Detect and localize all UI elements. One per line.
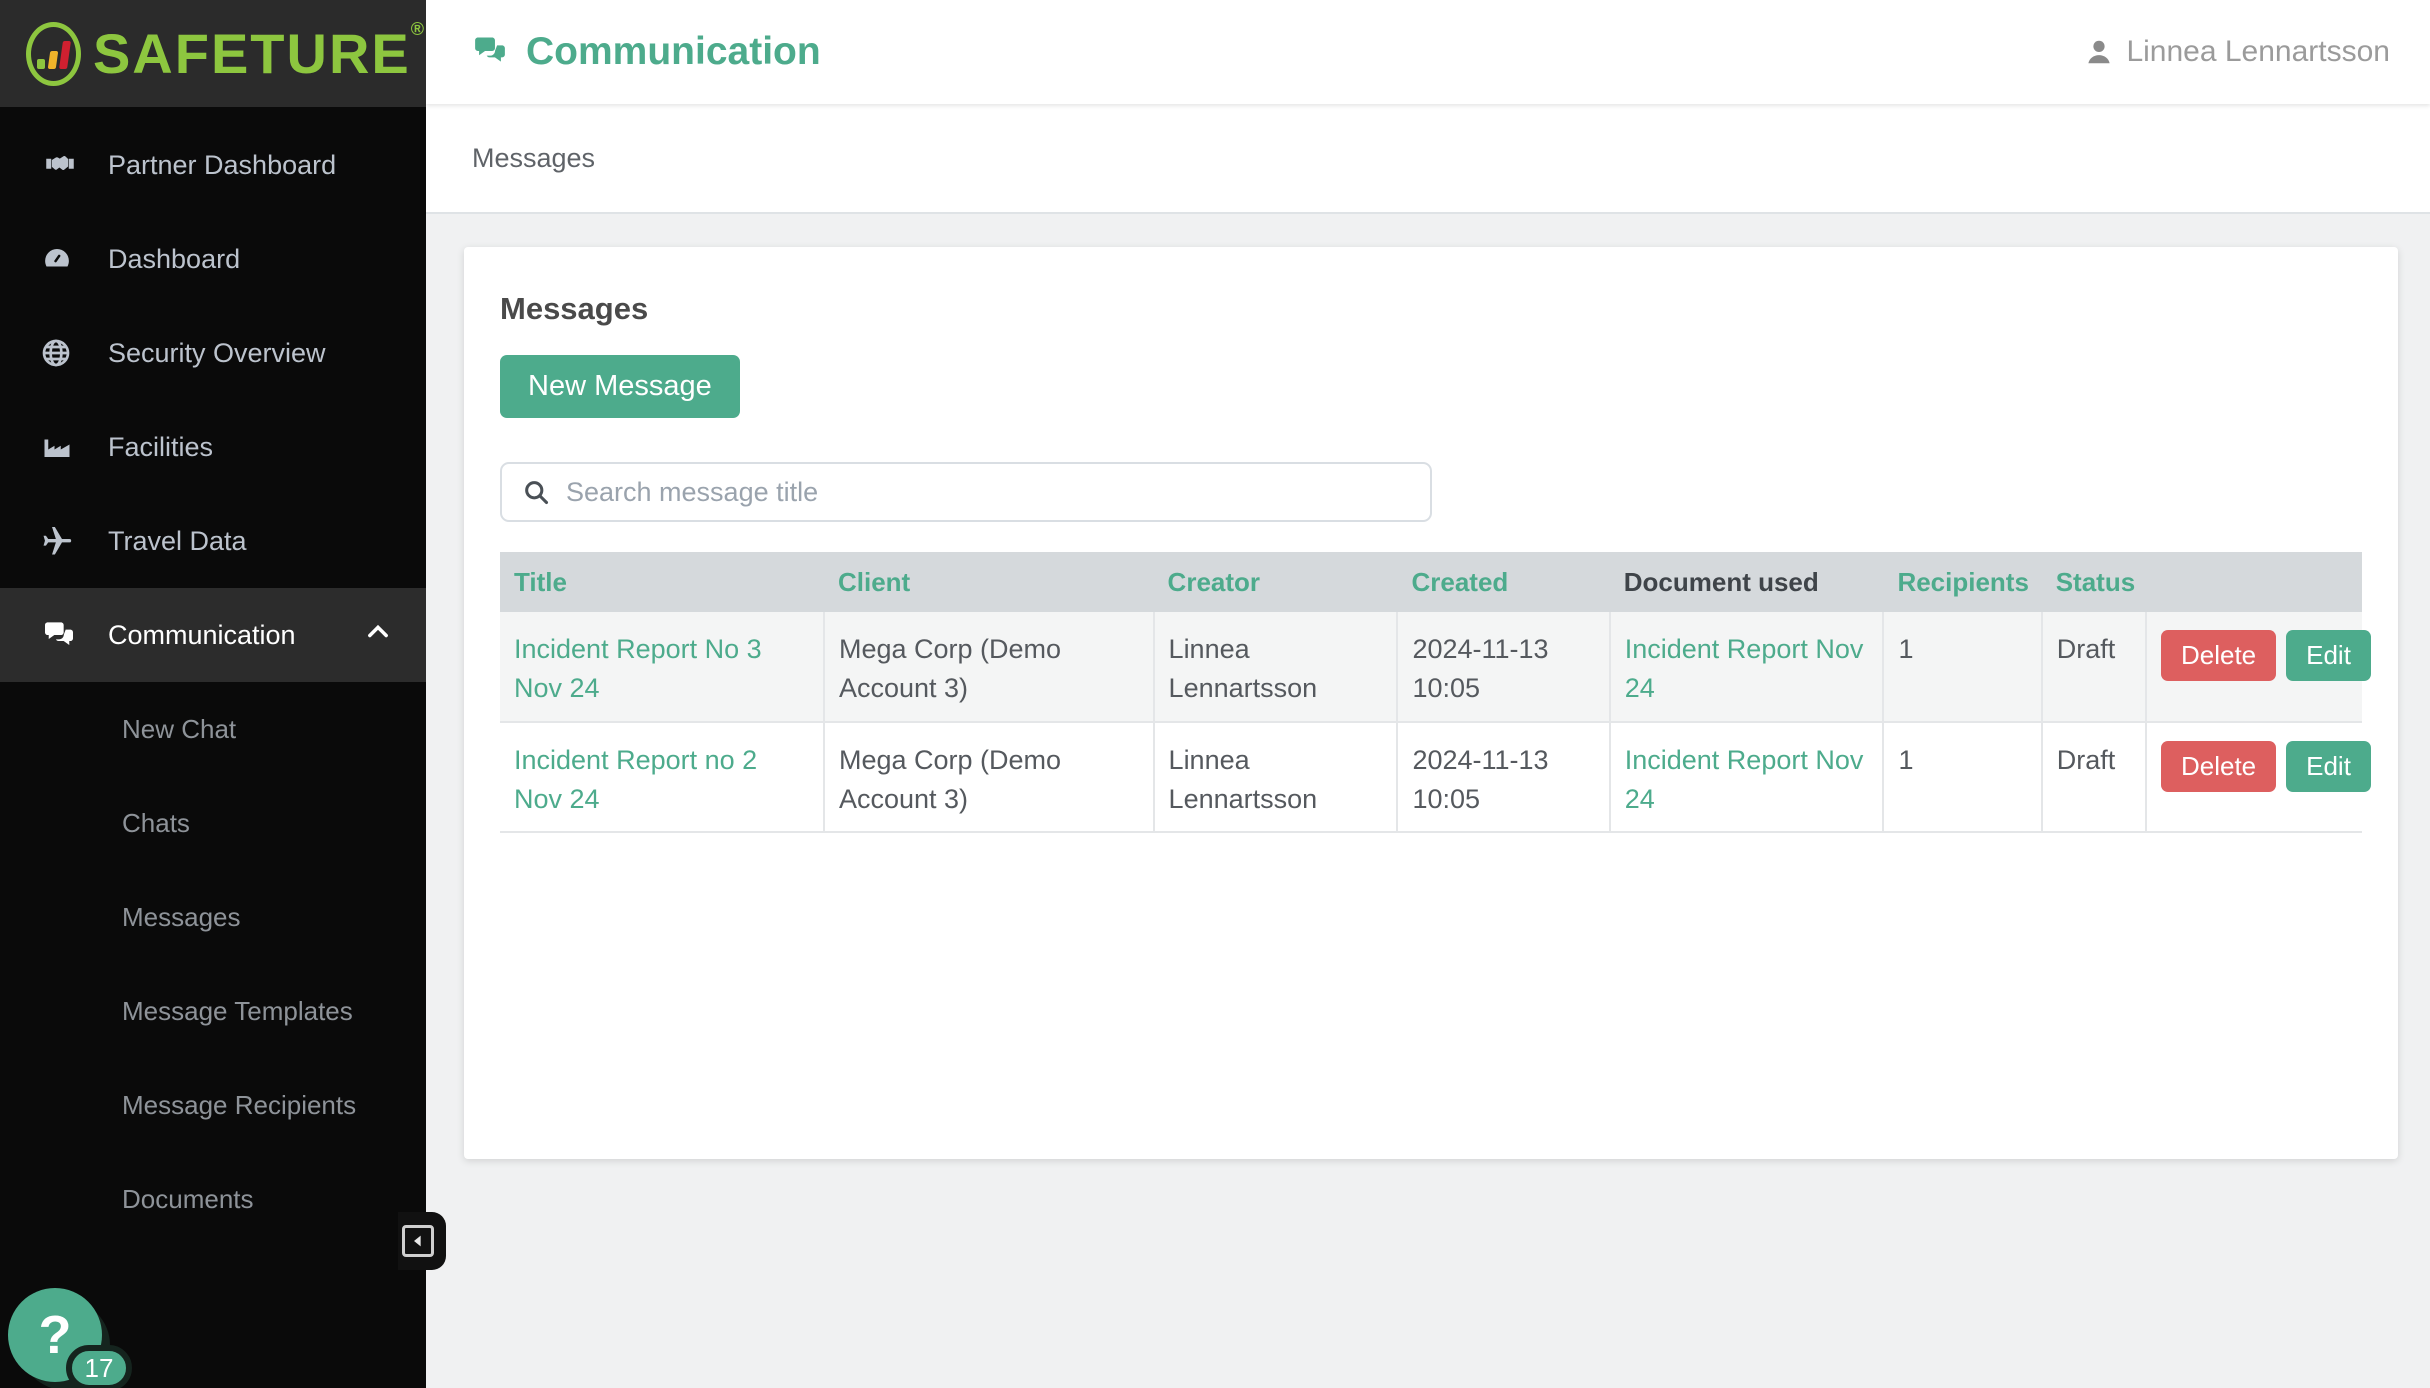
user-icon [2084, 37, 2114, 67]
edit-button[interactable]: Edit [2286, 630, 2371, 681]
table-header-row: Title Client Creator Created Document us… [500, 552, 2362, 612]
sidebar-item-partner-dashboard[interactable]: Partner Dashboard [0, 118, 426, 212]
document-link[interactable]: Incident Report Nov 24 [1625, 745, 1864, 814]
search-input[interactable] [566, 477, 1410, 508]
chevron-up-icon [364, 618, 392, 653]
sidebar-subitem-chats[interactable]: Chats [0, 776, 426, 870]
sidebar-nav: Partner Dashboard Dashboard Security Ove… [0, 118, 426, 1246]
col-header-recipients[interactable]: Recipients [1883, 552, 2041, 612]
sidebar-subitem-new-chat[interactable]: New Chat [0, 682, 426, 776]
search-icon [522, 478, 550, 506]
cell-creator: Linnea Lennartsson [1154, 612, 1398, 722]
user-name: Linnea Lennartsson [2126, 35, 2390, 69]
sidebar-item-travel-data[interactable]: Travel Data [0, 494, 426, 588]
page-title: Communication [470, 30, 821, 74]
table-row: Incident Report No 3 Nov 24 Mega Corp (D… [500, 612, 2362, 722]
help-widget: ? 17 [8, 1288, 168, 1388]
page-title-text: Communication [526, 30, 821, 74]
cell-title: Incident Report No 3 Nov 24 [500, 612, 824, 722]
sidebar-item-label: Communication [108, 620, 296, 651]
sidebar-subitem-messages[interactable]: Messages [0, 870, 426, 964]
cell-created: 2024-11-13 10:05 [1397, 612, 1609, 722]
cell-recipients: 1 [1883, 612, 2041, 722]
sidebar-item-communication[interactable]: Communication [0, 588, 426, 682]
user-menu[interactable]: Linnea Lennartsson [2084, 35, 2390, 69]
collapse-left-icon [402, 1225, 434, 1257]
col-header-title[interactable]: Title [500, 552, 824, 612]
brand-name: SAFETURE® [93, 26, 426, 82]
app-root: SAFETURE® Partner Dashboard Dashboard Se… [0, 0, 2430, 1388]
sidebar-item-label: Facilities [108, 432, 213, 463]
chat-bubbles-icon [40, 618, 86, 652]
document-link[interactable]: Incident Report Nov 24 [1625, 634, 1864, 703]
cell-actions: DeleteEdit [2146, 612, 2362, 722]
sidebar: SAFETURE® Partner Dashboard Dashboard Se… [0, 0, 426, 1388]
breadcrumb: Messages [472, 143, 595, 174]
cell-client: Mega Corp (Demo Account 3) [824, 722, 1154, 832]
sidebar-subitem-label: Message Templates [122, 996, 353, 1027]
cell-document-used: Incident Report Nov 24 [1610, 612, 1884, 722]
top-header: Communication Linnea Lennartsson [426, 0, 2430, 104]
help-badge: 17 [66, 1345, 132, 1388]
sidebar-subitem-label: New Chat [122, 714, 236, 745]
delete-button[interactable]: Delete [2161, 630, 2276, 681]
edit-button[interactable]: Edit [2286, 741, 2371, 792]
safeture-chart-icon [26, 22, 81, 86]
message-title-link[interactable]: Incident Report No 3 Nov 24 [514, 634, 762, 703]
cell-document-used: Incident Report Nov 24 [1610, 722, 1884, 832]
cell-created: 2024-11-13 10:05 [1397, 722, 1609, 832]
sidebar-item-label: Security Overview [108, 338, 326, 369]
sidebar-subitem-message-recipients[interactable]: Message Recipients [0, 1058, 426, 1152]
col-header-status[interactable]: Status [2042, 552, 2146, 612]
brand-logo[interactable]: SAFETURE® [0, 0, 426, 107]
messages-table: Title Client Creator Created Document us… [500, 552, 2362, 833]
cell-creator: Linnea Lennartsson [1154, 722, 1398, 832]
cell-actions: DeleteEdit [2146, 722, 2362, 832]
sidebar-subitem-documents[interactable]: Documents [0, 1152, 426, 1246]
factory-icon [40, 430, 86, 464]
sidebar-item-dashboard[interactable]: Dashboard [0, 212, 426, 306]
sidebar-subitem-label: Chats [122, 808, 190, 839]
handshake-icon [40, 148, 86, 182]
sidebar-subitem-label: Documents [122, 1184, 254, 1215]
sidebar-item-label: Travel Data [108, 526, 247, 557]
new-message-button[interactable]: New Message [500, 355, 740, 418]
registered-mark: ® [411, 19, 426, 39]
sidebar-subitem-label: Message Recipients [122, 1090, 356, 1121]
brand-name-text: SAFETURE [93, 22, 411, 85]
breadcrumb-bar: Messages [426, 104, 2430, 214]
sidebar-subitem-message-templates[interactable]: Message Templates [0, 964, 426, 1058]
col-header-actions [2146, 552, 2362, 612]
delete-button[interactable]: Delete [2161, 741, 2276, 792]
gauge-icon [40, 242, 86, 276]
globe-icon [40, 336, 86, 370]
message-title-link[interactable]: Incident Report no 2 Nov 24 [514, 745, 757, 814]
cell-status: Draft [2042, 612, 2146, 722]
sidebar-collapse-button[interactable] [398, 1212, 446, 1270]
cell-client: Mega Corp (Demo Account 3) [824, 612, 1154, 722]
col-header-client[interactable]: Client [824, 552, 1154, 612]
card-title: Messages [500, 291, 2362, 327]
plane-icon [40, 524, 86, 558]
col-header-creator[interactable]: Creator [1154, 552, 1398, 612]
question-mark-icon: ? [39, 1304, 72, 1366]
sidebar-item-facilities[interactable]: Facilities [0, 400, 426, 494]
table-row: Incident Report no 2 Nov 24 Mega Corp (D… [500, 722, 2362, 832]
cell-status: Draft [2042, 722, 2146, 832]
sidebar-item-security-overview[interactable]: Security Overview [0, 306, 426, 400]
sidebar-item-label: Dashboard [108, 244, 240, 275]
col-header-created[interactable]: Created [1397, 552, 1609, 612]
search-box [500, 462, 1432, 522]
messages-card: Messages New Message Title Client Creato… [464, 247, 2398, 1159]
sidebar-item-label: Partner Dashboard [108, 150, 336, 181]
col-header-document-used: Document used [1610, 552, 1884, 612]
sidebar-subitem-label: Messages [122, 902, 241, 933]
cell-title: Incident Report no 2 Nov 24 [500, 722, 824, 832]
cell-recipients: 1 [1883, 722, 2041, 832]
chat-bubbles-icon [470, 34, 510, 70]
